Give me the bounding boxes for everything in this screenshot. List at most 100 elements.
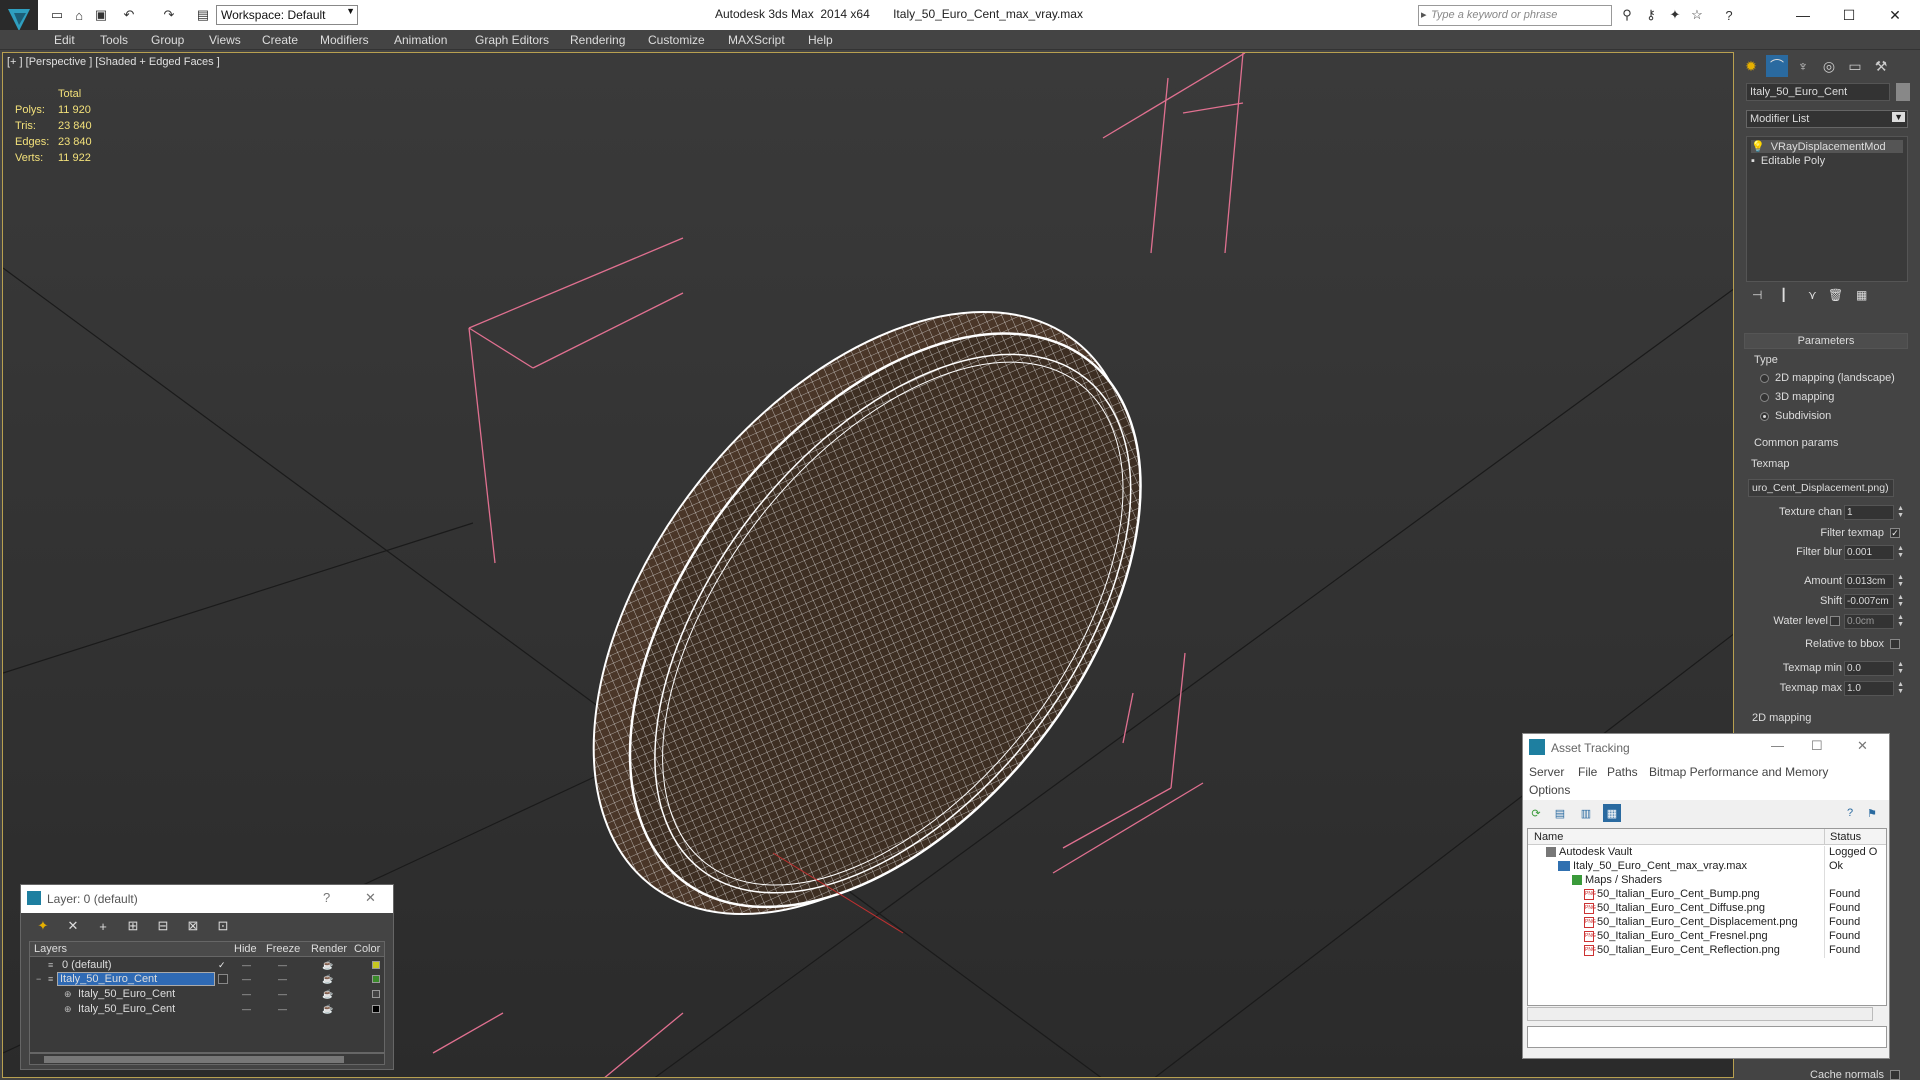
freeze-all-icon[interactable]: ⊡ (215, 918, 231, 934)
object-color-swatch[interactable] (1896, 83, 1910, 101)
asset-tracking-titlebar[interactable]: Asset Tracking — ☐ ✕ (1523, 734, 1889, 762)
menu-maxscript[interactable]: MAXScript (728, 33, 785, 47)
hide-toggle-icon[interactable]: — (242, 1004, 251, 1014)
hide-toggle-icon[interactable]: — (242, 974, 251, 984)
menu-rendering[interactable]: Rendering (570, 33, 625, 47)
layer-window-titlebar[interactable]: Layer: 0 (default) ? ✕ (21, 885, 393, 913)
table-row[interactable]: Maps / Shaders (1528, 874, 1886, 888)
menu-animation[interactable]: Animation (394, 33, 447, 47)
texmap-button[interactable]: uro_Cent_Displacement.png) (1748, 479, 1894, 497)
layer-row[interactable]: − ≡ Italy_50_Euro_Cent — — ☕ (30, 972, 384, 987)
menu-create[interactable]: Create (262, 33, 298, 47)
menu-options[interactable]: Options (1529, 783, 1570, 797)
select-objects-icon[interactable]: ⊞ (125, 918, 141, 934)
column-name[interactable]: Name (1534, 831, 1563, 843)
parameters-rollout[interactable]: Parameters (1744, 333, 1908, 349)
menu-server[interactable]: Server (1529, 765, 1564, 779)
water-level-checkbox[interactable] (1830, 616, 1840, 626)
column-hide[interactable]: Hide (234, 943, 257, 955)
menu-customize[interactable]: Customize (648, 33, 705, 47)
pin-stack-icon[interactable]: ⊣ (1752, 288, 1768, 304)
table-row[interactable]: Autodesk Vault Logged O (1528, 846, 1886, 860)
menu-tools[interactable]: Tools (100, 33, 128, 47)
redo-icon[interactable]: ↷ (160, 6, 178, 24)
radio-subdivision[interactable]: Subdivision (1760, 410, 1831, 422)
active-layer-check-icon[interactable]: ✓ (218, 960, 226, 971)
table-row[interactable]: PNG 50_Italian_Euro_Cent_Displacement.png… (1528, 916, 1886, 930)
help-icon[interactable]: ? (1720, 6, 1738, 24)
freeze-toggle-icon[interactable]: — (278, 989, 287, 999)
open-file-icon[interactable]: ⌂ (70, 6, 88, 24)
column-color[interactable]: Color (354, 943, 380, 955)
subscription-icon[interactable]: ✦ (1666, 6, 1684, 24)
favorites-star-icon[interactable]: ☆ (1688, 6, 1706, 24)
workspace-select[interactable]: Workspace: Default ▼ (216, 5, 358, 25)
amount-spinner[interactable]: 0.013cm (1844, 574, 1894, 589)
asset-path-field[interactable] (1527, 1026, 1887, 1048)
spinner-arrows-icon[interactable]: ▲ ▼ (1897, 681, 1904, 695)
help-icon[interactable]: ? (1841, 804, 1859, 822)
list-view-icon[interactable]: ▤ (1551, 804, 1569, 822)
new-file-icon[interactable]: ▭ (48, 6, 66, 24)
radio-2d-mapping[interactable]: 2D mapping (landscape) (1760, 372, 1895, 384)
layer-color-swatch[interactable] (372, 961, 380, 969)
spinner-arrows-icon[interactable]: ▲ ▼ (1897, 661, 1904, 675)
spinner-arrows-icon[interactable]: ▲ ▼ (1897, 594, 1904, 608)
column-render[interactable]: Render (311, 943, 347, 955)
menu-group[interactable]: Group (151, 33, 184, 47)
help-button[interactable]: ? (323, 890, 330, 905)
texmap-min-spinner[interactable]: 0.0 (1844, 661, 1894, 676)
filter-blur-spinner[interactable]: 0.001 (1844, 545, 1894, 560)
hide-all-icon[interactable]: ⊠ (185, 918, 201, 934)
freeze-toggle-icon[interactable]: — (278, 974, 287, 984)
remove-modifier-icon[interactable]: 🗑 (1828, 288, 1844, 304)
render-toggle-icon[interactable]: ☕ (322, 1004, 333, 1015)
maximize-button[interactable]: ☐ (1826, 2, 1872, 28)
tree-view-icon[interactable]: ▥ (1577, 804, 1595, 822)
render-toggle-icon[interactable]: ☕ (322, 989, 333, 1000)
make-unique-icon[interactable]: ⋎ (1808, 288, 1824, 304)
spinner-arrows-icon[interactable]: ▲ ▼ (1897, 545, 1904, 559)
delete-layer-icon[interactable]: ✕ (65, 918, 81, 934)
object-name-field[interactable]: Italy_50_Euro_Cent (1746, 83, 1890, 101)
table-row[interactable]: Italy_50_Euro_Cent_max_vray.max Ok (1528, 860, 1886, 874)
active-layer-checkbox[interactable] (218, 974, 228, 984)
show-end-result-icon[interactable]: ┃ (1780, 288, 1796, 304)
layer-row[interactable]: ⊕ Italy_50_Euro_Cent — — ☕ (30, 1002, 384, 1017)
display-tab-icon[interactable]: ▭ (1844, 55, 1866, 77)
layer-color-swatch[interactable] (372, 1005, 380, 1013)
binoculars-icon[interactable]: ⚲ (1618, 6, 1636, 24)
menu-edit[interactable]: Edit (54, 33, 75, 47)
spinner-arrows-icon[interactable]: ▲ ▼ (1897, 614, 1904, 628)
hierarchy-tab-icon[interactable]: ♆ (1792, 55, 1814, 77)
scrollbar-thumb[interactable] (44, 1056, 344, 1063)
key-icon[interactable]: ⚷ (1642, 6, 1660, 24)
table-view-icon[interactable]: ▦ (1603, 804, 1621, 822)
stack-item-vraydisplacement[interactable]: 💡 VRayDisplacementMod (1751, 140, 1903, 153)
project-folder-icon[interactable]: ▤ (194, 6, 212, 24)
layer-color-swatch[interactable] (372, 975, 380, 983)
modifier-list-dropdown[interactable]: Modifier List ▼ (1746, 110, 1908, 128)
vault-help-icon[interactable]: ⚑ (1863, 804, 1881, 822)
column-layers[interactable]: Layers (34, 943, 67, 955)
close-button[interactable]: ✕ (1872, 2, 1918, 28)
viewport-label[interactable]: [+ ] [Perspective ] [Shaded + Edged Face… (7, 56, 220, 68)
save-icon[interactable]: ▣ (92, 6, 110, 24)
horizontal-scrollbar[interactable] (29, 1053, 385, 1065)
create-layer-icon[interactable]: ✦ (35, 918, 51, 934)
freeze-toggle-icon[interactable]: — (278, 960, 287, 970)
stack-item-editable-poly[interactable]: ▪ Editable Poly (1751, 155, 1903, 167)
menu-help[interactable]: Help (808, 33, 833, 47)
menu-graph-editors[interactable]: Graph Editors (475, 33, 549, 47)
render-toggle-icon[interactable]: ☕ (322, 960, 333, 971)
create-tab-sun-icon[interactable]: ✹ (1740, 55, 1762, 77)
menu-views[interactable]: Views (209, 33, 241, 47)
modify-tab-icon[interactable]: ⌒ (1766, 55, 1788, 77)
water-level-spinner[interactable]: 0.0cm (1844, 614, 1894, 629)
layer-row[interactable]: ≡ 0 (default) ✓ — — ☕ (30, 958, 384, 973)
horizontal-scrollbar[interactable] (1527, 1007, 1873, 1021)
radio-3d-mapping[interactable]: 3D mapping (1760, 391, 1834, 403)
hide-toggle-icon[interactable]: — (242, 989, 251, 999)
filter-texmap-checkbox[interactable]: ✓ (1890, 528, 1900, 538)
table-row[interactable]: PNG 50_Italian_Euro_Cent_Bump.png Found (1528, 888, 1886, 902)
